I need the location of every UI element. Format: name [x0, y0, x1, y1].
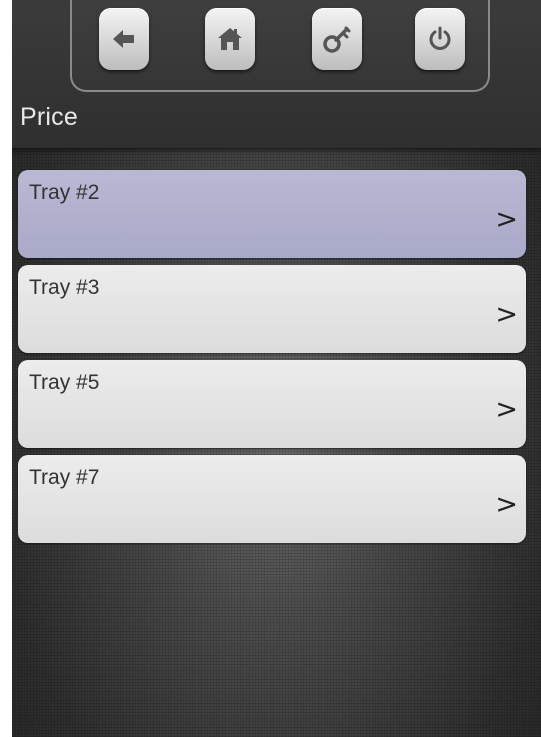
chevron-right-icon: > [495, 489, 518, 520]
list-item-label: Tray #3 [29, 276, 100, 299]
list-item-label: Tray #2 [29, 181, 100, 204]
list-item-tray-3[interactable]: Tray #3 > [18, 265, 526, 353]
back-arrow-icon [112, 28, 136, 50]
chevron-right-icon: > [495, 204, 518, 235]
header: Price [12, 0, 541, 148]
list-item-label: Tray #7 [29, 466, 100, 489]
list-item-label: Tray #5 [29, 371, 100, 394]
chevron-right-icon: > [495, 394, 518, 425]
list-item-tray-7[interactable]: Tray #7 > [18, 455, 526, 543]
tray-list: Tray #2 > Tray #3 > Tray #5 > Tray #7 > [18, 170, 526, 550]
back-button[interactable] [99, 8, 149, 70]
list-item-tray-5[interactable]: Tray #5 > [18, 360, 526, 448]
power-icon [427, 26, 453, 52]
key-icon [323, 25, 351, 53]
chevron-right-icon: > [495, 299, 518, 330]
list-item-tray-2[interactable]: Tray #2 > [18, 170, 526, 258]
home-icon [217, 27, 243, 51]
power-button[interactable] [415, 8, 465, 70]
app-screen: Price Tray #2 > Tray #3 > Tray #5 > Tray… [12, 0, 541, 737]
page-title: Price [20, 103, 78, 131]
key-button[interactable] [312, 8, 362, 70]
home-button[interactable] [205, 8, 255, 70]
toolbar [70, 0, 490, 92]
